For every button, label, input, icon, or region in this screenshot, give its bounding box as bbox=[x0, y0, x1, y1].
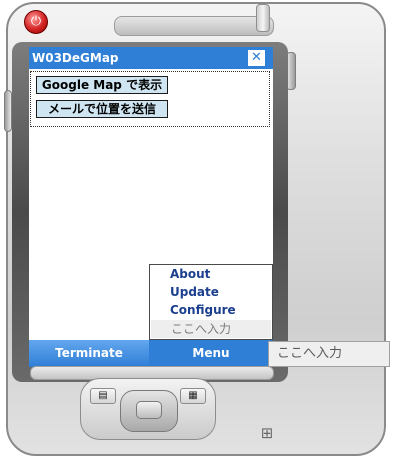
dpad-center-button[interactable] bbox=[136, 401, 162, 419]
title-bar: W03DeGMap ✕ bbox=[29, 47, 273, 69]
speaker-grille bbox=[114, 16, 274, 36]
terminate-softkey[interactable]: Terminate bbox=[29, 340, 149, 367]
close-icon[interactable]: ✕ bbox=[248, 50, 265, 66]
menu-item-configure[interactable]: Configure bbox=[170, 302, 236, 318]
power-button-icon[interactable]: ⏻ bbox=[24, 10, 48, 34]
stylus bbox=[256, 4, 270, 32]
send-mail-button[interactable]: メールで位置を送信 bbox=[36, 100, 168, 118]
menu-item-update[interactable]: Update bbox=[170, 284, 219, 300]
right-softkey-hw-icon[interactable]: ▦ bbox=[180, 388, 206, 404]
google-map-button[interactable]: Google Map で表示 bbox=[36, 76, 168, 94]
ime-input-box[interactable]: ここへ入力 bbox=[268, 341, 390, 367]
menu-softkey[interactable]: Menu bbox=[149, 340, 273, 367]
menu-item-about[interactable]: About bbox=[170, 266, 210, 282]
screen: W03DeGMap ✕ Google Map で表示 メールで位置を送信 Abo… bbox=[29, 47, 273, 367]
menu-popup: About Update Configure ここへ入力 bbox=[149, 264, 273, 340]
action-panel: Google Map で表示 メールで位置を送信 bbox=[30, 71, 270, 127]
left-softkey-hw-icon[interactable]: ▤ bbox=[90, 388, 116, 404]
windows-logo-icon: ⊞ bbox=[260, 424, 274, 442]
window-title: W03DeGMap bbox=[32, 51, 119, 65]
side-button-left[interactable] bbox=[4, 90, 12, 132]
softkey-bar: Terminate Menu bbox=[29, 340, 273, 367]
menu-ime-input[interactable]: ここへ入力 bbox=[151, 320, 271, 338]
